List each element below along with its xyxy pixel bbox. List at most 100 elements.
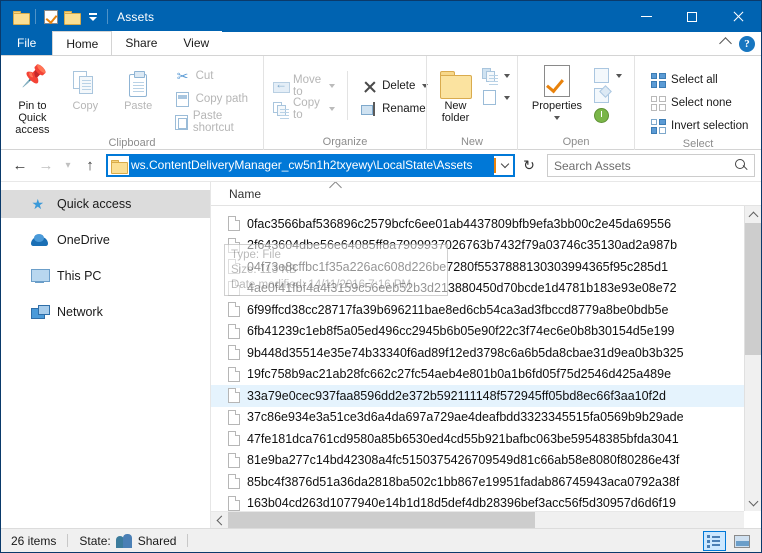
horizontal-scroll-thumb[interactable] [228,511,535,528]
ribbon-group-select: Select all Select none Invert selection … [634,56,761,150]
table-row[interactable]: 04f73e8cffbc1f35a226ac608d226be7280f5537… [211,256,761,278]
close-button[interactable] [715,1,761,32]
sidebar-item-onedrive[interactable]: OneDrive [1,226,210,254]
new-folder-icon [440,65,472,99]
paste-shortcut-button[interactable]: Paste shortcut [171,110,258,134]
paste-button[interactable]: Paste [112,61,165,112]
table-row[interactable]: 9b448d35514e35e74b33340f6ad89f12ed3798c6… [211,342,761,364]
chevron-down-icon[interactable] [329,84,336,88]
file-name: 9b448d35514e35e74b33340f6ad89f12ed3798c6… [247,345,684,360]
new-item-icon [481,68,498,84]
rename-button[interactable]: Rename [357,98,432,120]
select-none-button[interactable]: Select none [646,92,752,114]
chevron-down-icon-open[interactable] [616,73,622,78]
pin-to-quick-access-button[interactable]: Pin to Quick access [6,61,59,136]
paste-icon [129,65,148,97]
table-row[interactable]: 81e9ba277c14bd42308a4fc5150375426709549d… [211,450,761,472]
copy-to-button[interactable]: Copy to [269,97,339,121]
tab-home[interactable]: Home [52,31,113,55]
customize-chevron-icon[interactable] [82,6,103,27]
file-icon [228,280,240,296]
properties-button[interactable]: Properties [523,61,591,120]
chevron-down-icon-address[interactable] [496,159,513,169]
table-row[interactable]: 47fe181dca761cd9580a85b6530ed4cd55b921ba… [211,428,761,450]
chevron-down-icon-easy[interactable] [504,95,510,100]
copy-button[interactable]: Copy [59,61,112,112]
vertical-scrollbar[interactable] [744,206,761,511]
open-icon [593,68,609,84]
table-row[interactable]: 37c86e934e3a51ce3d6a4da697a729ae4deafbdd… [211,407,761,429]
file-name: 47fe181dca761cd9580a85b6530ed4cd55b921ba… [247,431,679,446]
table-row[interactable]: 6f99ffcd38cc28717fa39b696211bae8ed6cb54c… [211,299,761,321]
group-title-select: Select [682,138,714,150]
table-row[interactable]: 0fac3566baf536896c2579bcfc6ee01ab4437809… [211,213,761,235]
file-name: 19fc758b9ac21ab28fc662c27fc54aeb4e801b0a… [247,367,672,382]
state-label: State: [79,533,111,548]
file-list[interactable]: 0fac3566baf536896c2579bcfc6ee01ab4437809… [211,206,761,528]
table-row[interactable]: 19fc758b9ac21ab28fc662c27fc54aeb4e801b0a… [211,364,761,386]
sort-ascending-icon [329,182,342,194]
refresh-icon[interactable]: ↻ [517,154,541,177]
sidebar-item-this-pc[interactable]: This PC [1,262,210,290]
main-area: Quick access OneDrive This PC Network Na… [1,182,761,528]
folder-icon[interactable] [10,6,31,27]
file-name: 33a79e0cec937faa8596dd2e372b592111148f57… [247,388,666,403]
chevron-down-icon-new[interactable] [504,73,510,78]
tab-view[interactable]: View [170,31,223,55]
view-toggle-group [703,531,753,551]
copy-path-button[interactable]: Copy path [171,88,258,110]
file-name: 37c86e934e3a51ce3d6a4da697a729ae4deafbdd… [247,410,684,425]
group-title-clipboard: Clipboard [108,137,156,149]
edit-button[interactable] [591,87,624,104]
move-to-button[interactable]: Move to [269,74,339,98]
search-input[interactable]: Search Assets [547,154,755,177]
sidebar-item-network[interactable]: Network [1,298,210,326]
cut-button[interactable]: Cut [171,65,258,87]
table-row-selected[interactable]: 33a79e0cec937faa8596dd2e372b592111148f57… [211,385,761,407]
invert-selection-label: Invert selection [671,120,749,132]
new-folder-qat-icon[interactable] [61,6,82,27]
rename-label: Rename [382,103,426,115]
history-button[interactable] [591,107,624,124]
chevron-up-icon[interactable] [719,36,732,50]
sidebar-item-quick-access[interactable]: Quick access [1,190,210,218]
scroll-up-icon[interactable] [745,206,761,223]
vertical-scroll-thumb[interactable] [745,223,761,355]
horizontal-scrollbar[interactable] [211,511,744,528]
chevron-down-icon-props[interactable] [554,116,560,120]
new-folder-button[interactable]: New folder [432,61,479,124]
tab-share[interactable]: Share [112,31,171,55]
large-icons-view-icon[interactable] [730,531,753,551]
open-button[interactable] [591,67,624,84]
help-icon[interactable]: ? [739,36,755,52]
table-row[interactable]: 85bc4f3876d51a36da2818ba502c1bb867e19951… [211,471,761,493]
tab-file[interactable]: File [1,31,53,55]
search-placeholder: Search Assets [554,158,631,173]
new-item-button[interactable] [479,67,512,84]
properties-check-icon[interactable] [40,6,61,27]
details-view-icon[interactable] [703,531,726,551]
table-row[interactable]: 2f643604dbe56e64085ff8a7909937026763b743… [211,235,761,257]
easy-access-button[interactable] [479,89,512,106]
up-arrow-icon[interactable]: ↑ [77,154,103,178]
forward-arrow-icon[interactable]: → [33,154,59,178]
select-all-button[interactable]: Select all [646,69,752,91]
table-row[interactable]: 4ae0f41fbf4a4f3159c56eeb52b3d213880450d7… [211,278,761,300]
minimize-button[interactable] [623,1,669,32]
file-name: 2f643604dbe56e64085ff8a7909937026763b743… [247,238,678,253]
table-row[interactable]: 6fb41239c1eb8f5a05ed496cc2945b6b05e90f22… [211,321,761,343]
scroll-left-icon[interactable] [211,512,228,529]
back-arrow-icon[interactable]: ← [7,154,33,178]
file-name: 163b04cd263d1077940e14b1d18d5def4db28396… [247,496,676,511]
file-name: 81e9ba277c14bd42308a4fc5150375426709549d… [247,453,680,468]
recent-locations-icon[interactable]: ▾ [59,154,77,178]
delete-button[interactable]: Delete [357,75,432,97]
chevron-down-icon-2[interactable] [329,107,336,111]
invert-selection-icon [650,118,666,134]
address-input[interactable]: ws.ContentDeliveryManager_cw5n1h2txyewy\… [106,154,515,177]
column-header-name[interactable]: Name [211,187,261,201]
address-bar-row: ← → ▾ ↑ ws.ContentDeliveryManager_cw5n1h… [1,150,761,182]
invert-selection-button[interactable]: Invert selection [646,115,752,137]
maximize-button[interactable] [669,1,715,32]
scroll-down-icon[interactable] [745,494,761,511]
